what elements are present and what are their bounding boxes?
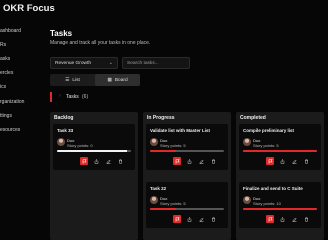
board-view-label: Board — [114, 77, 128, 83]
progress-bar — [243, 208, 317, 210]
task-title: Compile preliminary list — [243, 128, 295, 133]
sidebar-item-tasks[interactable]: asks — [0, 56, 10, 62]
share-icon[interactable] — [278, 157, 286, 165]
task-card[interactable]: Validate list with Master List Duo Story… — [146, 124, 228, 170]
card-actions — [80, 157, 124, 165]
section-accent — [50, 92, 52, 102]
column-backlog: Backlog Task 33 Duo Story points: 0 — [50, 112, 138, 240]
trash-icon[interactable] — [116, 157, 124, 165]
avatar — [243, 196, 251, 204]
edit-icon[interactable] — [290, 215, 298, 223]
view-toggle: ☰ List ▦ Board — [50, 74, 140, 86]
sidebar-item-okrs[interactable]: Rs — [0, 42, 6, 48]
progress-fill — [57, 150, 128, 152]
column-title: Completed — [240, 115, 266, 121]
trash-icon[interactable] — [209, 157, 217, 165]
share-icon[interactable] — [185, 215, 193, 223]
task-title: Validate list with Master List — [150, 128, 211, 133]
task-title: Task 33 — [57, 128, 74, 133]
story-points: Story points: 5 — [253, 143, 279, 148]
share-icon[interactable] — [92, 157, 100, 165]
avatar — [243, 138, 251, 146]
task-card[interactable]: Task 22 Duo Story points: 5 — [146, 182, 228, 228]
page-subtitle: Manage and track all your tasks in one p… — [50, 40, 151, 46]
progress-bar — [150, 208, 224, 210]
card-actions — [266, 157, 310, 165]
column-completed: Completed Compile preliminary list Duo S… — [236, 112, 324, 240]
sidebar-item-dashboard[interactable]: ashboard — [0, 28, 21, 34]
list-view-label: List — [72, 77, 80, 83]
search-input[interactable]: Search tasks... — [122, 57, 190, 69]
progress-bar — [150, 150, 224, 152]
trash-icon[interactable] — [209, 215, 217, 223]
list-icon: ☰ — [65, 77, 70, 83]
sidebar-item-metrics[interactable]: ics — [0, 84, 6, 90]
edit-icon[interactable] — [197, 157, 205, 165]
flag-icon[interactable] — [266, 157, 274, 165]
avatar — [150, 138, 158, 146]
trash-icon[interactable] — [302, 215, 310, 223]
flag-icon[interactable] — [80, 157, 88, 165]
flag-icon[interactable] — [266, 215, 274, 223]
task-card[interactable]: Task 33 Duo Story points: 0 — [53, 124, 135, 170]
progress-fill — [150, 208, 176, 210]
sidebar-item-resources[interactable]: esources — [0, 127, 20, 133]
page-title: Tasks — [50, 29, 73, 38]
progress-bar — [57, 150, 131, 152]
flag-icon[interactable] — [173, 157, 181, 165]
tasks-section-label: Tasks — [66, 94, 79, 100]
progress-fill — [243, 208, 317, 210]
avatar — [150, 196, 158, 204]
task-card[interactable]: Compile preliminary list Duo Story point… — [239, 124, 321, 170]
share-icon[interactable] — [185, 157, 193, 165]
card-actions — [266, 215, 310, 223]
card-actions — [173, 157, 217, 165]
objective-select[interactable]: Revenue Growth ⌄ — [50, 57, 118, 69]
column-title: Backlog — [54, 115, 74, 121]
board-icon: ▦ — [107, 77, 112, 83]
flag-icon[interactable] — [173, 215, 181, 223]
column-in-progress: In Progress Validate list with Master Li… — [143, 112, 231, 240]
story-points: Story points: 5 — [160, 143, 186, 148]
progress-bar — [243, 150, 317, 152]
progress-fill — [150, 150, 176, 152]
edit-icon[interactable] — [104, 157, 112, 165]
chevron-right-icon: › — [59, 93, 61, 99]
tasks-section-count: (6) — [82, 94, 89, 100]
share-icon[interactable] — [278, 215, 286, 223]
tasks-section-header[interactable]: › Tasks (6) — [50, 92, 326, 102]
list-view-button[interactable]: ☰ List — [50, 74, 95, 86]
sidebar-item-settings[interactable]: ttings — [0, 113, 12, 119]
column-title: In Progress — [147, 115, 175, 121]
avatar — [57, 138, 65, 146]
chevron-down-icon: ⌄ — [108, 60, 113, 66]
app-title: OKR Focus — [3, 3, 55, 14]
objective-select-value: Revenue Growth — [55, 61, 91, 66]
board-view-button[interactable]: ▦ Board — [95, 74, 140, 86]
sidebar-item-organization[interactable]: rganization — [0, 99, 24, 105]
sidebar-item-circles[interactable]: ercles — [0, 70, 13, 76]
task-title: Task 22 — [150, 186, 167, 191]
card-actions — [173, 215, 217, 223]
story-points: Story points: 0 — [67, 143, 93, 148]
story-points: Story points: 10 — [253, 201, 281, 206]
progress-fill — [243, 150, 317, 152]
edit-icon[interactable] — [290, 157, 298, 165]
edit-icon[interactable] — [197, 215, 205, 223]
task-title: Finalize and send to C Suite — [243, 186, 303, 191]
task-card[interactable]: Finalize and send to C Suite Duo Story p… — [239, 182, 321, 228]
trash-icon[interactable] — [302, 157, 310, 165]
story-points: Story points: 5 — [160, 201, 186, 206]
